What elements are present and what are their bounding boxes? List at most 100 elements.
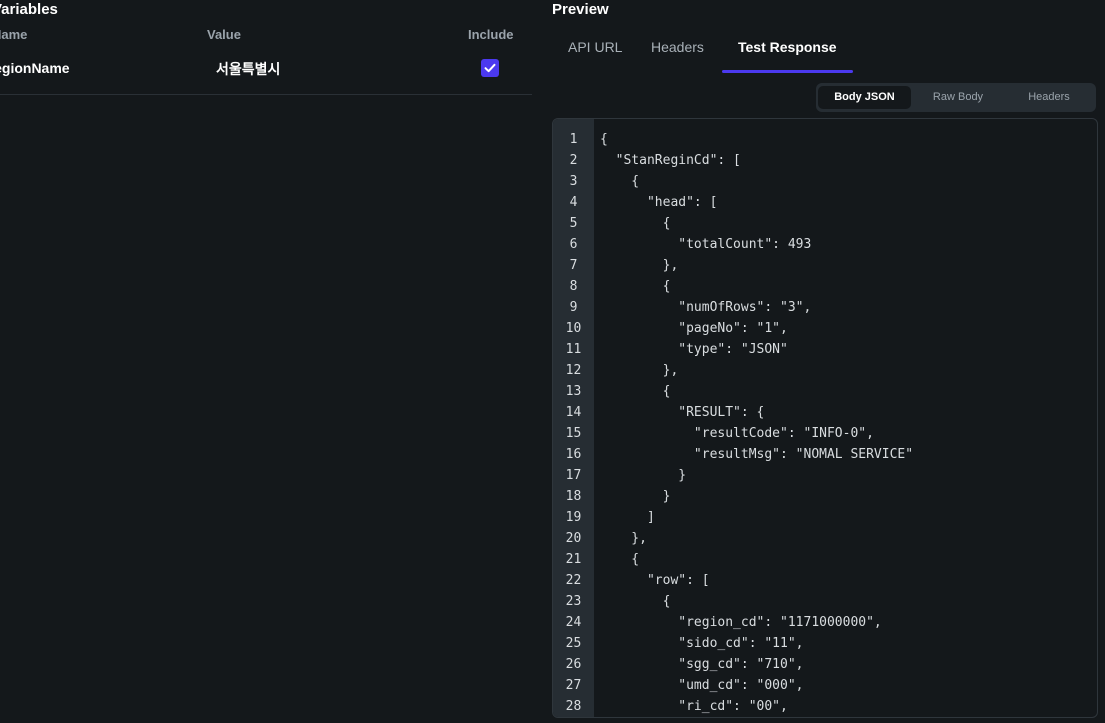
code-line: 25 "sido_cd": "11", bbox=[553, 633, 1097, 654]
code-line: 20 }, bbox=[553, 528, 1097, 549]
line-number: 16 bbox=[565, 447, 582, 462]
response-view-toggle: Body JSON Raw Body Headers bbox=[816, 83, 1096, 112]
code-text: }, bbox=[600, 531, 647, 546]
line-number: 18 bbox=[565, 489, 582, 504]
code-text: } bbox=[600, 468, 687, 483]
code-text: "resultMsg": "NOMAL SERVICE" bbox=[600, 447, 914, 462]
code-line: 27 "umd_cd": "000", bbox=[553, 675, 1097, 696]
code-text: }, bbox=[600, 363, 679, 378]
body-json-button[interactable]: Body JSON bbox=[818, 86, 911, 109]
code-line: 5 { bbox=[553, 213, 1097, 234]
code-line: 8 { bbox=[553, 276, 1097, 297]
variable-value[interactable]: 서울특별시 bbox=[216, 59, 280, 79]
code-line: 26 "sgg_cd": "710", bbox=[553, 654, 1097, 675]
code-line: 2 "StanReginCd": [ bbox=[553, 150, 1097, 171]
checkmark-icon bbox=[484, 63, 496, 73]
line-number: 23 bbox=[565, 594, 582, 609]
code-line: 9 "numOfRows": "3", bbox=[553, 297, 1097, 318]
code-line: 10 "pageNo": "1", bbox=[553, 318, 1097, 339]
line-number: 6 bbox=[569, 237, 578, 252]
code-text: "umd_cd": "000", bbox=[600, 678, 804, 693]
line-number: 19 bbox=[565, 510, 582, 525]
code-text: "head": [ bbox=[600, 195, 718, 210]
line-number: 2 bbox=[569, 153, 578, 168]
code-text: "numOfRows": "3", bbox=[600, 300, 812, 315]
line-number: 1 bbox=[569, 132, 578, 147]
code-line: 14 "RESULT": { bbox=[553, 402, 1097, 423]
code-text: "sido_cd": "11", bbox=[600, 636, 804, 651]
code-line: 12 }, bbox=[553, 360, 1097, 381]
line-number: 27 bbox=[565, 678, 582, 693]
line-number: 8 bbox=[569, 279, 578, 294]
tab-api-url[interactable]: API URL bbox=[568, 39, 622, 55]
code-line: 6 "totalCount": 493 bbox=[553, 234, 1097, 255]
column-header-include: Include bbox=[468, 27, 514, 42]
code-text: { bbox=[600, 174, 640, 189]
code-text: "pageNo": "1", bbox=[600, 321, 788, 336]
code-line: 1{ bbox=[553, 129, 1097, 150]
line-number: 5 bbox=[569, 216, 578, 231]
line-number: 9 bbox=[569, 300, 578, 315]
code-line: 4 "head": [ bbox=[553, 192, 1097, 213]
line-number: 3 bbox=[569, 174, 578, 189]
line-number: 7 bbox=[569, 258, 578, 273]
line-number: 25 bbox=[565, 636, 582, 651]
line-number: 26 bbox=[565, 657, 582, 672]
code-text: } bbox=[600, 489, 671, 504]
code-line: 7 }, bbox=[553, 255, 1097, 276]
line-number: 13 bbox=[565, 384, 582, 399]
include-checkbox[interactable] bbox=[481, 59, 499, 77]
code-line: 28 "ri_cd": "00", bbox=[553, 696, 1097, 717]
code-text: { bbox=[600, 552, 640, 567]
code-text: { bbox=[600, 279, 671, 294]
variables-panel: Variables Name Value Include RegionName … bbox=[0, 0, 532, 723]
code-text: }, bbox=[600, 258, 679, 273]
line-number: 28 bbox=[565, 699, 582, 714]
tab-test-response[interactable]: Test Response bbox=[738, 39, 837, 55]
line-number: 24 bbox=[565, 615, 582, 630]
line-number: 4 bbox=[569, 195, 578, 210]
code-text: "resultCode": "INFO-0", bbox=[600, 426, 874, 441]
active-tab-indicator bbox=[722, 70, 853, 73]
line-number: 11 bbox=[565, 342, 582, 357]
column-header-value: Value bbox=[207, 27, 241, 42]
code-text: "ri_cd": "00", bbox=[600, 699, 788, 714]
line-number: 12 bbox=[565, 363, 582, 378]
code-text: "StanReginCd": [ bbox=[600, 153, 741, 168]
preview-title: Preview bbox=[552, 1, 609, 18]
code-text: ] bbox=[600, 510, 655, 525]
code-line: 23 { bbox=[553, 591, 1097, 612]
column-header-name: Name bbox=[0, 27, 28, 42]
code-line: 16 "resultMsg": "NOMAL SERVICE" bbox=[553, 444, 1097, 465]
code-line: 13 { bbox=[553, 381, 1097, 402]
code-text: { bbox=[600, 594, 671, 609]
code-lines: 1{2 "StanReginCd": [3 {4 "head": [5 {6 "… bbox=[553, 129, 1097, 717]
line-number: 17 bbox=[565, 468, 582, 483]
code-line: 3 { bbox=[553, 171, 1097, 192]
line-number: 21 bbox=[565, 552, 582, 567]
raw-body-button[interactable]: Raw Body bbox=[914, 86, 1002, 109]
line-number: 20 bbox=[565, 531, 582, 546]
code-line: 15 "resultCode": "INFO-0", bbox=[553, 423, 1097, 444]
code-line: 19 ] bbox=[553, 507, 1097, 528]
line-number: 15 bbox=[565, 426, 582, 441]
code-line: 21 { bbox=[553, 549, 1097, 570]
row-divider bbox=[0, 94, 532, 95]
code-line: 18 } bbox=[553, 486, 1097, 507]
json-response-viewer[interactable]: 1{2 "StanReginCd": [3 {4 "head": [5 {6 "… bbox=[552, 118, 1098, 718]
code-text: "sgg_cd": "710", bbox=[600, 657, 804, 672]
response-headers-button[interactable]: Headers bbox=[1004, 86, 1094, 109]
code-text: "type": "JSON" bbox=[600, 342, 788, 357]
tab-headers[interactable]: Headers bbox=[651, 39, 704, 55]
code-line: 22 "row": [ bbox=[553, 570, 1097, 591]
code-text: "region_cd": "1171000000", bbox=[600, 615, 882, 630]
line-number: 22 bbox=[565, 573, 582, 588]
code-line: 11 "type": "JSON" bbox=[553, 339, 1097, 360]
code-text: "totalCount": 493 bbox=[600, 237, 812, 252]
code-text: { bbox=[600, 216, 671, 231]
variables-title: Variables bbox=[0, 1, 58, 18]
line-number: 10 bbox=[565, 321, 582, 336]
line-number: 14 bbox=[565, 405, 582, 420]
variable-name: RegionName bbox=[0, 60, 70, 76]
code-text: "RESULT": { bbox=[600, 405, 765, 420]
